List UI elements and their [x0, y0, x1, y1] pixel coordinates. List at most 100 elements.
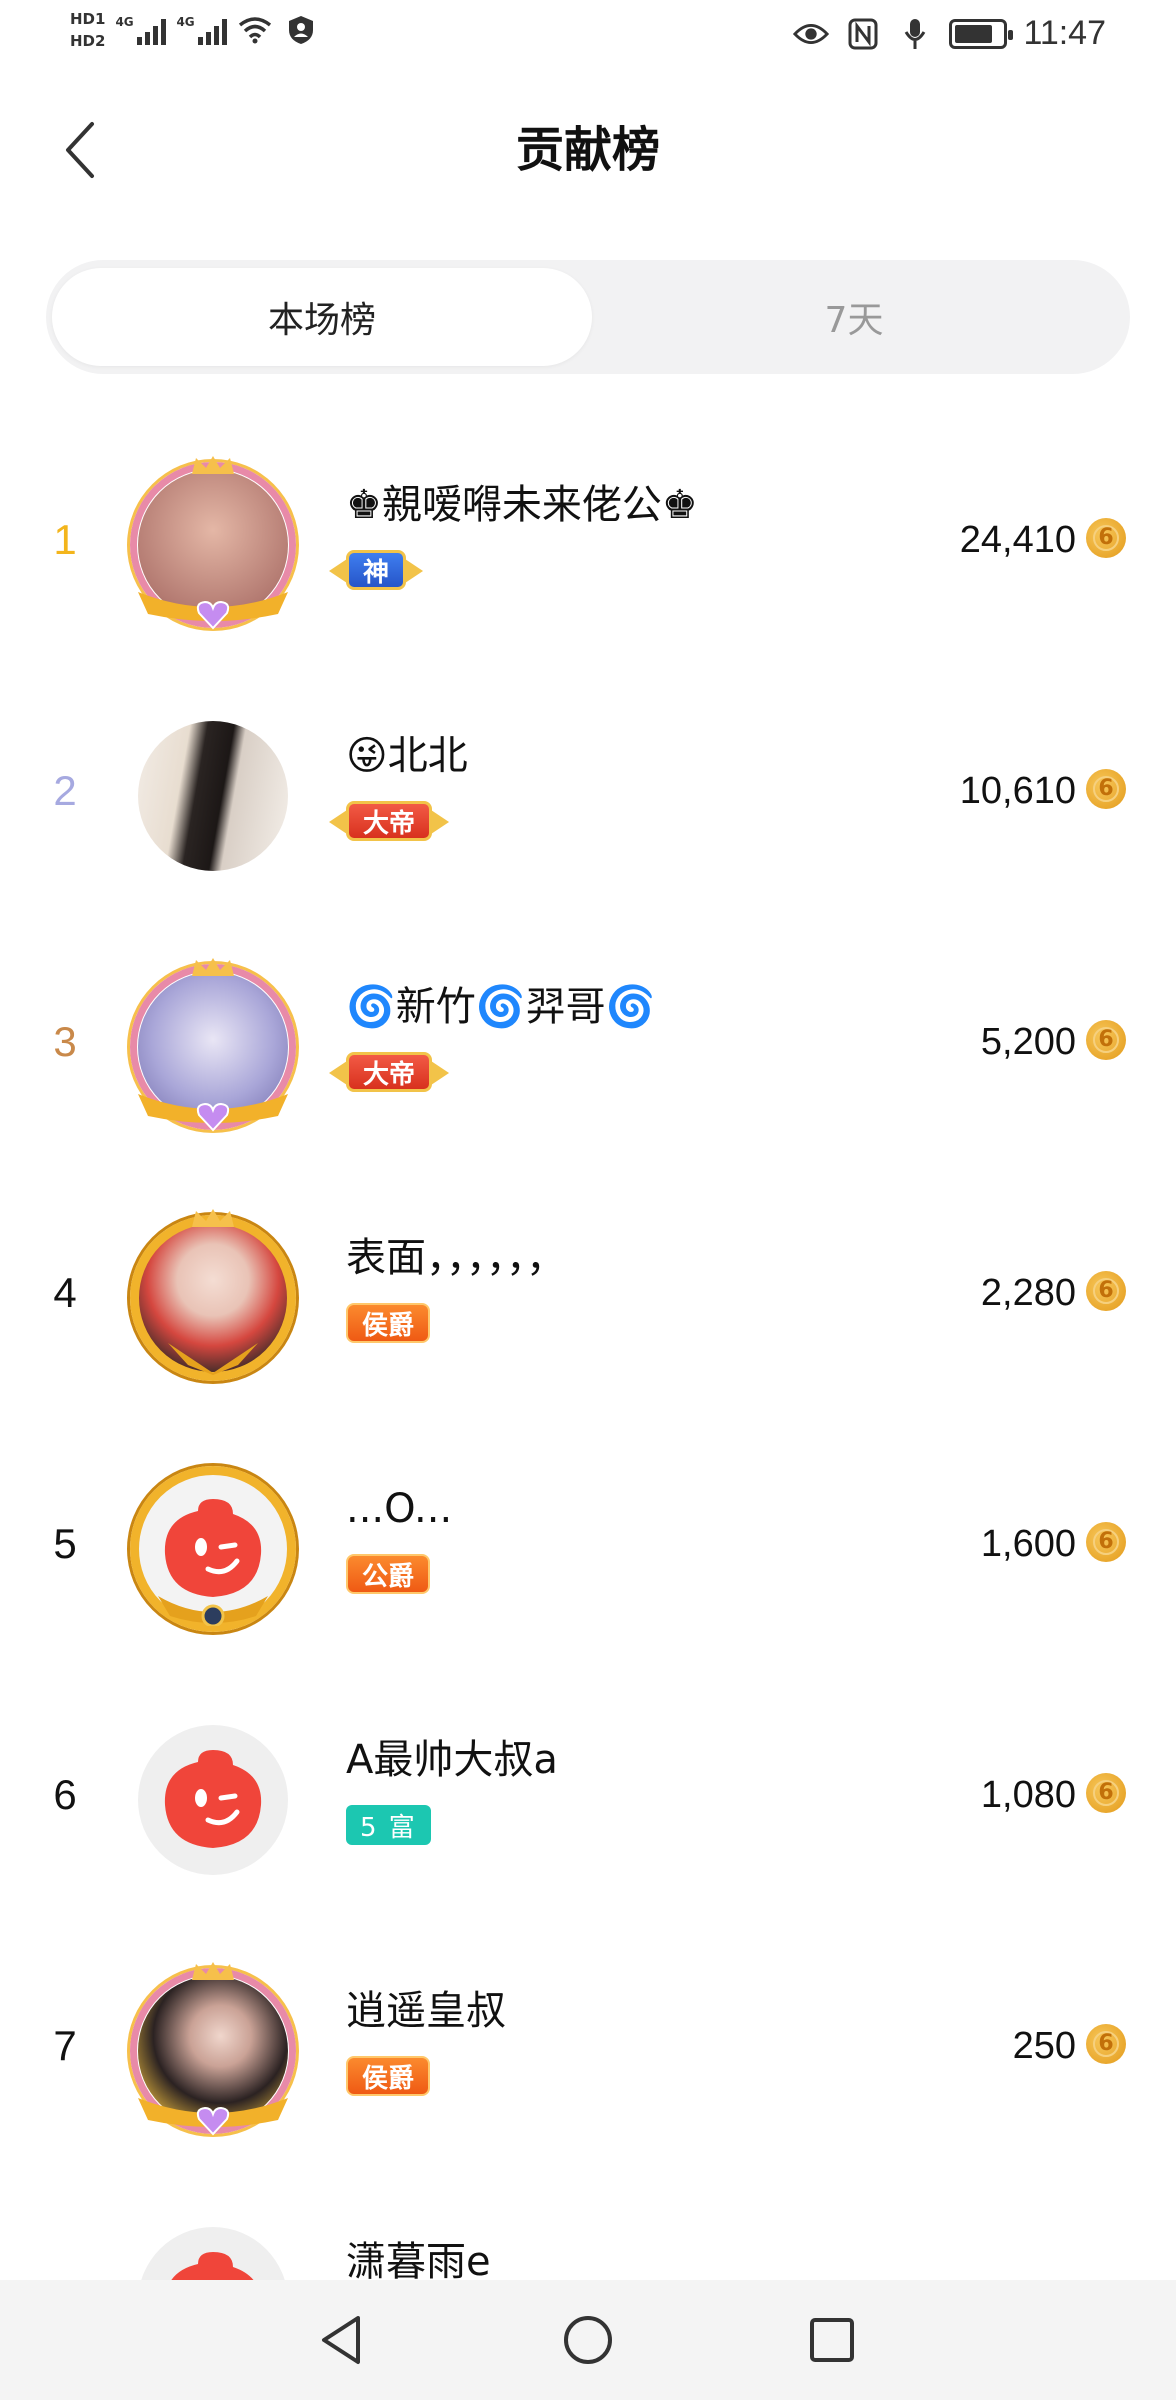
wifi-icon: [237, 13, 273, 47]
list-item[interactable]: 1 ♚親嗳嘚未来佬公♚ 神 24,410 6: [0, 420, 1176, 671]
contribution-score: 1,600: [980, 1523, 1076, 1565]
list-item[interactable]: 7 逍遥皇叔 侯爵 250 6: [0, 1926, 1176, 2177]
list-item[interactable]: 4 表面，，，，，， 侯爵 2,280 6: [0, 1173, 1176, 1424]
signal-1-icon: 4G: [115, 15, 167, 45]
crown-icon: [192, 1209, 234, 1227]
badge-label: 神: [346, 550, 407, 590]
badge-label: 5 富: [346, 1805, 431, 1845]
tab-7-days[interactable]: 7天: [584, 268, 1124, 366]
coin-icon: 6: [1086, 1020, 1126, 1060]
avatar[interactable]: [130, 711, 296, 881]
signal-2-icon: 4G: [176, 15, 228, 45]
list-item[interactable]: 6 A最帅大叔a 5 富 1,080 6: [0, 1675, 1176, 1926]
coin-icon: 6: [1086, 1773, 1126, 1813]
user-name: 逍遥皇叔: [346, 1988, 506, 2034]
contribution-score: 250: [1012, 2025, 1076, 2067]
list-item[interactable]: 潇暮雨e: [0, 2177, 1176, 2280]
coin-glyph: 6: [1093, 2031, 1119, 2057]
crown-icon: [192, 1962, 234, 1980]
rank-number: 5: [53, 1520, 77, 1567]
user-name: 😜北北: [346, 733, 468, 779]
avatar[interactable]: [130, 1209, 296, 1383]
rank-number: 4: [53, 1269, 77, 1316]
nav-recents-button[interactable]: [802, 2310, 862, 2370]
leaderboard-tabs: 本场榜 7天: [46, 260, 1130, 374]
rank-number: 2: [53, 767, 77, 814]
avatar[interactable]: [130, 958, 296, 1132]
coin-icon: 6: [1086, 769, 1126, 809]
list-item[interactable]: 2 😜北北 大帝 10,610 6: [0, 671, 1176, 922]
contribution-score: 2,280: [980, 1272, 1076, 1314]
avatar[interactable]: [130, 1464, 296, 1634]
level-badge: 大帝: [346, 797, 433, 845]
rank-number: 7: [53, 2022, 77, 2069]
battery-icon: [949, 18, 1014, 49]
wing-decoration-icon: [158, 1596, 268, 1626]
nfc-icon: [845, 17, 881, 51]
leaderboard-list: 1 ♚親嗳嘚未来佬公♚ 神 24,410 6 2 😜北北 大帝 10,610 6…: [0, 420, 1176, 2280]
level-badge: 5 富: [346, 1801, 431, 1849]
coin-glyph: 6: [1093, 1780, 1119, 1806]
coin-icon: 6: [1086, 518, 1126, 558]
status-bar-right: 11:47: [793, 14, 1106, 53]
badge-label: 侯爵: [346, 1303, 431, 1343]
square-recents-icon: [810, 2318, 854, 2362]
coin-glyph: 6: [1093, 776, 1119, 802]
user-name: 表面，，，，，，: [346, 1235, 566, 1281]
default-avatar-icon: [164, 1750, 262, 1848]
hd2-label: HD2: [70, 32, 106, 50]
status-bar: HD1 HD2 4G 4G 11:47: [0, 0, 1176, 76]
nav-home-button[interactable]: [558, 2310, 618, 2370]
level-badge: 神: [346, 546, 407, 594]
list-item[interactable]: 5 ...O... 公爵 1,600 6: [0, 1424, 1176, 1675]
contribution-score: 24,410: [959, 519, 1076, 561]
avatar[interactable]: [130, 456, 296, 630]
rank-number: 1: [53, 516, 77, 563]
avatar[interactable]: [130, 2217, 296, 2280]
shield-user-icon: [283, 13, 319, 47]
network-type-1: 4G: [115, 15, 134, 29]
avatar[interactable]: [130, 1715, 296, 1885]
contribution-score: 10,610: [959, 770, 1076, 812]
level-badge: 侯爵: [346, 2052, 431, 2100]
nav-back-button[interactable]: [312, 2310, 372, 2370]
coin-glyph: 6: [1093, 1278, 1119, 1304]
list-item[interactable]: 3 🌀新竹🌀羿哥🌀 大帝 5,200 6: [0, 922, 1176, 1173]
wing-decoration-icon: [168, 1343, 258, 1375]
user-name: ...O...: [346, 1486, 453, 1532]
eye-icon: [793, 17, 830, 51]
user-name: A最帅大叔a: [346, 1737, 558, 1783]
network-type-2: 4G: [176, 15, 195, 29]
coin-glyph: 6: [1093, 1027, 1119, 1053]
triangle-back-icon: [322, 2316, 360, 2364]
user-name: ♚親嗳嘚未来佬公♚: [346, 482, 698, 528]
level-badge: 侯爵: [346, 1299, 431, 1347]
rank-number: 3: [53, 1018, 77, 1065]
coin-icon: 6: [1086, 1522, 1126, 1562]
heart-gem-icon: [196, 2106, 230, 2136]
heart-gem-icon: [196, 600, 230, 630]
coin-glyph: 6: [1093, 1529, 1119, 1555]
level-badge: 大帝: [346, 1048, 433, 1096]
rank-number: 6: [53, 1771, 77, 1818]
circle-home-icon: [564, 2316, 612, 2364]
hd1-label: HD1: [70, 10, 106, 28]
status-time: 11:47: [1023, 14, 1106, 52]
header: 贡献榜: [0, 100, 1176, 200]
system-nav-bar: [0, 2280, 1176, 2400]
coin-icon: 6: [1086, 2024, 1126, 2064]
default-avatar-icon: [171, 2252, 254, 2280]
badge-label: 侯爵: [346, 2056, 431, 2096]
heart-gem-icon: [196, 1102, 230, 1132]
crown-icon: [192, 958, 234, 976]
microphone-icon: [897, 17, 933, 51]
contribution-score: 1,080: [980, 1774, 1076, 1816]
badge-label: 公爵: [346, 1554, 431, 1594]
avatar[interactable]: [130, 1962, 296, 2136]
level-badge: 公爵: [346, 1550, 431, 1598]
tab-this-session[interactable]: 本场榜: [52, 268, 592, 366]
badge-label: 大帝: [346, 1052, 433, 1092]
page-title: 贡献榜: [515, 122, 660, 178]
contribution-score: 5,200: [980, 1021, 1076, 1063]
user-name: 潇暮雨e: [346, 2239, 491, 2280]
